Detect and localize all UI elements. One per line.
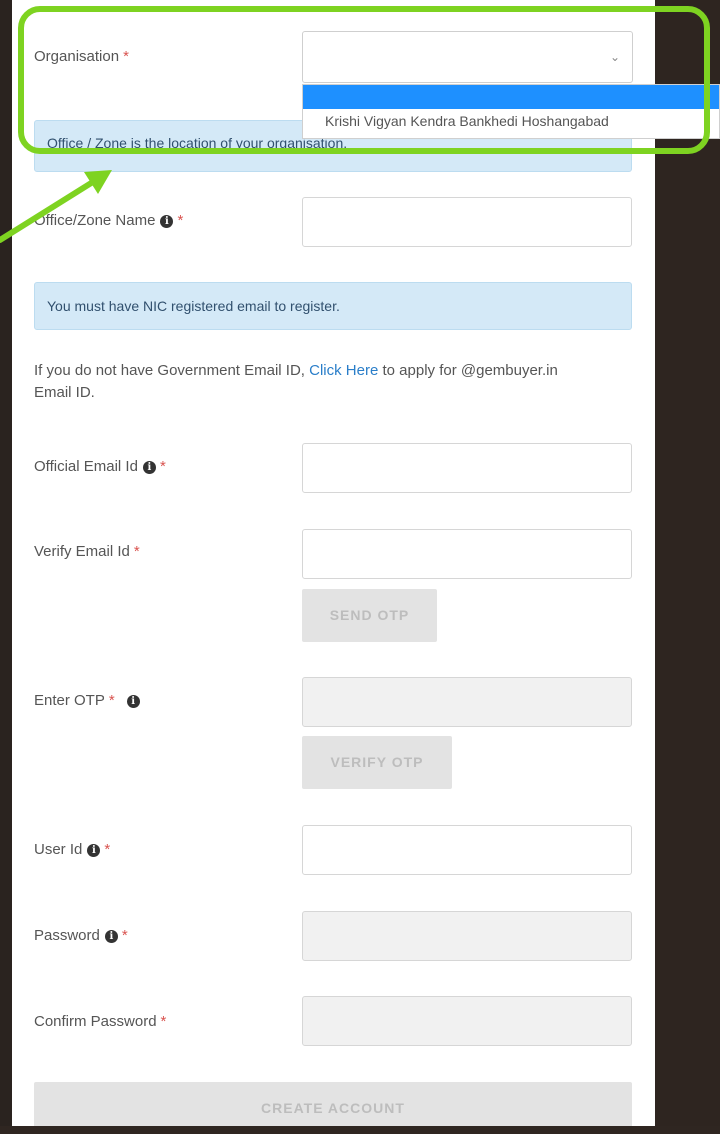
gov-email-note: If you do not have Government Email ID, … — [34, 362, 558, 401]
enter-otp-label: Enter OTP * i — [34, 692, 140, 709]
official-email-label: Official Email Id i * — [34, 458, 166, 475]
verify-otp-button[interactable]: VERIFY OTP — [302, 736, 452, 789]
password-input[interactable] — [302, 911, 632, 961]
user-id-input[interactable] — [302, 825, 632, 875]
verify-email-label: Verify Email Id * — [34, 543, 140, 560]
official-email-input[interactable] — [302, 443, 632, 493]
send-otp-button[interactable]: SEND OTP — [302, 589, 437, 642]
info-icon[interactable]: i — [104, 929, 118, 943]
verify-email-input[interactable] — [302, 529, 632, 579]
password-label: Password i * — [34, 927, 128, 944]
left-dark-strip — [0, 0, 12, 1126]
create-account-button[interactable]: CREATE ACCOUNT — [34, 1082, 632, 1126]
highlight-box — [18, 6, 710, 154]
otp-input[interactable] — [302, 677, 632, 727]
info-icon[interactable]: i — [142, 460, 156, 474]
click-here-link[interactable]: Click Here — [309, 362, 378, 379]
info-icon[interactable]: i — [87, 843, 101, 857]
confirm-password-label: Confirm Password * — [34, 1013, 167, 1030]
office-zone-input[interactable] — [302, 197, 632, 247]
right-dark-strip — [655, 0, 720, 1126]
confirm-password-input[interactable] — [302, 996, 632, 1046]
info-icon[interactable]: i — [126, 694, 140, 708]
office-zone-label: Office/Zone Name i * — [34, 212, 184, 229]
user-id-label: User Id i * — [34, 841, 111, 858]
nic-email-alert: You must have NIC registered email to re… — [34, 282, 632, 330]
info-icon[interactable]: i — [160, 214, 174, 228]
